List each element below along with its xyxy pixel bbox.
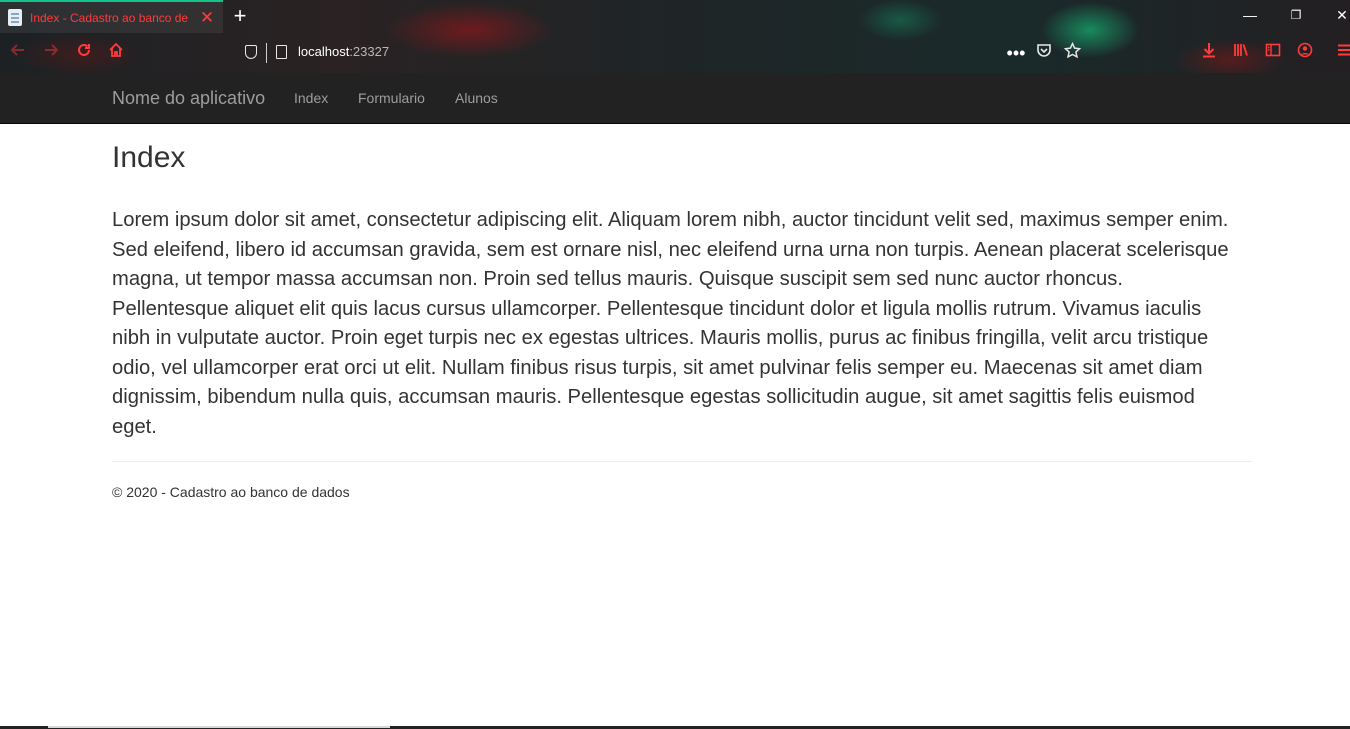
lorem-paragraph: Lorem ipsum dolor sit amet, consectetur …: [112, 209, 1229, 438]
account-icon[interactable]: [1294, 42, 1316, 64]
home-icon[interactable]: [105, 42, 127, 64]
site-navbar: Nome do aplicativo Index Formulario Alun…: [0, 73, 1350, 124]
window-restore-button[interactable]: ❐: [1281, 4, 1311, 26]
new-tab-button[interactable]: +: [230, 4, 250, 28]
tab-title: Index - Cadastro ao banco de dados: [30, 11, 190, 25]
sidebar-icon[interactable]: [1262, 42, 1284, 64]
reload-icon[interactable]: [73, 42, 95, 64]
browser-toolbar: Index - Cadastro ao banco de dados ✕ + —…: [0, 0, 1350, 73]
nav-link-alunos[interactable]: Alunos: [455, 90, 498, 106]
url-bar[interactable]: localhost:23327: [236, 40, 1096, 66]
url-port: :23327: [349, 44, 390, 59]
bookmark-star-icon[interactable]: [1061, 41, 1083, 64]
window-minimize-button[interactable]: —: [1235, 4, 1265, 26]
shield-icon[interactable]: [245, 45, 257, 59]
page-title: Index: [112, 141, 186, 174]
pocket-icon[interactable]: [1033, 42, 1055, 64]
window-close-button[interactable]: ✕: [1327, 4, 1350, 26]
download-icon[interactable]: [1198, 42, 1220, 64]
page-icon[interactable]: [276, 45, 287, 59]
url-text[interactable]: localhost:23327: [298, 44, 389, 59]
nav-link-formulario[interactable]: Formulario: [358, 90, 425, 106]
page-favicon-icon: [8, 9, 22, 26]
footer-copyright: © 2020 - Cadastro ao banco de dados: [112, 484, 350, 500]
url-divider: [266, 43, 267, 63]
back-icon[interactable]: [7, 42, 29, 64]
nav-link-index[interactable]: Index: [294, 90, 328, 106]
browser-tab-active[interactable]: Index - Cadastro ao banco de dados ✕: [0, 0, 223, 33]
footer-divider: [112, 461, 1252, 462]
menu-icon[interactable]: [1333, 42, 1350, 64]
tab-close-icon[interactable]: ✕: [198, 8, 216, 28]
url-host: localhost: [298, 44, 350, 59]
more-icon[interactable]: •••: [1005, 42, 1027, 64]
library-icon[interactable]: [1230, 42, 1252, 64]
taskbar-highlight: [48, 726, 390, 728]
forward-icon[interactable]: [40, 42, 62, 64]
navbar-brand[interactable]: Nome do aplicativo: [112, 88, 265, 109]
